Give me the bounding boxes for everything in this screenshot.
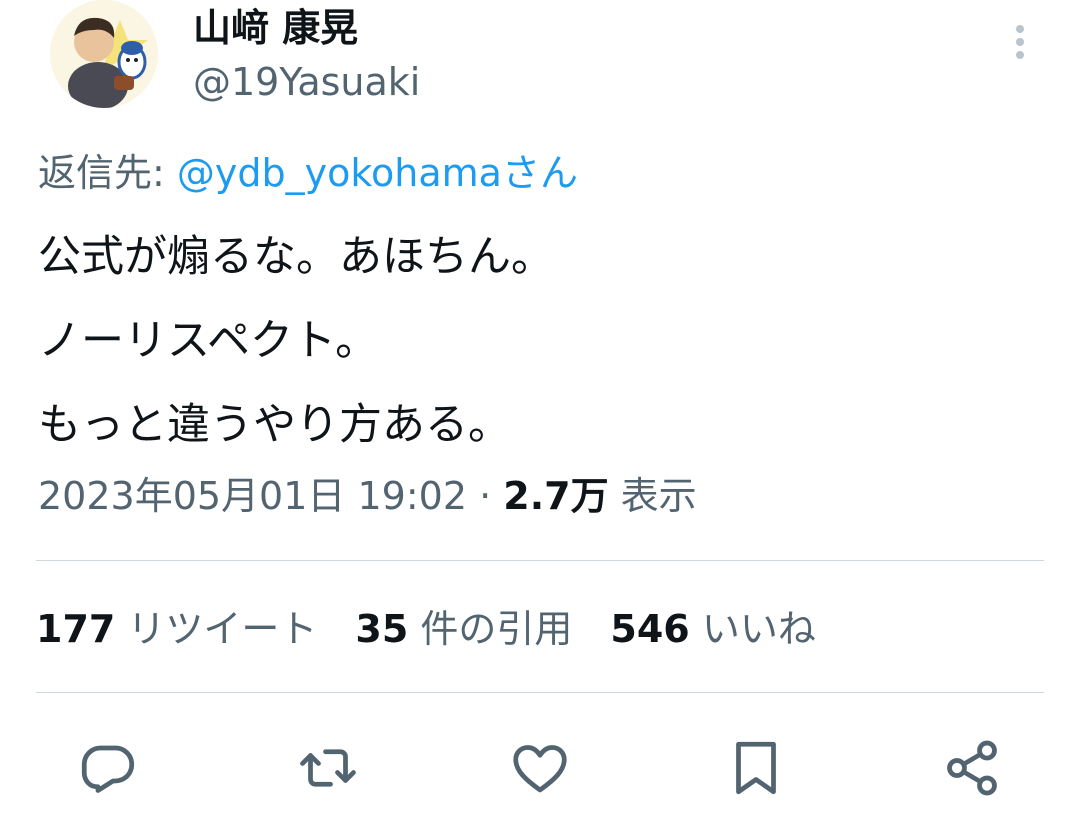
share-button[interactable] xyxy=(942,738,1002,798)
retweet-icon xyxy=(300,749,356,787)
retweets-stat[interactable]: 177 リツイート xyxy=(36,607,317,651)
tweet-line: もっと違うやり方ある。 xyxy=(38,400,511,450)
more-vertical-icon xyxy=(1016,25,1024,59)
retweets-count[interactable]: 177 xyxy=(36,607,115,651)
engagement-stats: 177 リツイート 35 件の引用 546 いいね xyxy=(36,605,854,653)
tweet-line: ノーリスペクト。 xyxy=(38,316,379,366)
likes-stat[interactable]: 546 いいね xyxy=(610,607,815,651)
divider xyxy=(36,560,1044,561)
reply-to-line: 返信先: @ydb_yokohamaさん xyxy=(38,149,578,197)
tweet-line: 公式が煽るな。あほちん。 xyxy=(38,232,554,282)
divider xyxy=(36,692,1044,693)
retweet-button[interactable] xyxy=(298,738,358,798)
views-label[interactable]: 表示 xyxy=(609,474,697,518)
reply-to-mention[interactable]: @ydb_yokohamaさん xyxy=(177,151,578,195)
meta-separator: · xyxy=(467,474,504,518)
quotes-stat[interactable]: 35 件の引用 xyxy=(355,607,572,651)
timestamp[interactable]: 2023年05月01日 19:02 xyxy=(38,474,467,518)
likes-label[interactable]: いいね xyxy=(690,607,816,651)
reply-to-prefix: 返信先: xyxy=(38,151,177,195)
quotes-label[interactable]: 件の引用 xyxy=(408,607,572,651)
more-options-button[interactable] xyxy=(1006,20,1034,68)
avatar[interactable] xyxy=(50,0,158,108)
tweet-text: 公式が煽るな。あほちん。 ノーリスペクト。 もっと違うやり方ある。 xyxy=(38,215,554,467)
share-icon xyxy=(947,740,997,796)
avatar-illustration-icon xyxy=(50,0,158,108)
like-button[interactable] xyxy=(510,738,570,798)
views-link[interactable]: 2.7万 表示 xyxy=(503,474,696,518)
like-icon xyxy=(513,745,567,793)
mention-suffix[interactable]: さん xyxy=(502,151,578,195)
author-handle[interactable]: @19Yasuaki xyxy=(193,58,420,106)
likes-count[interactable]: 546 xyxy=(610,607,689,651)
retweets-label[interactable]: リツイート xyxy=(115,607,317,651)
quotes-count[interactable]: 35 xyxy=(355,607,408,651)
mention-handle[interactable]: @ydb_yokohama xyxy=(177,151,502,195)
bookmark-button[interactable] xyxy=(726,738,786,798)
reply-button[interactable] xyxy=(78,738,138,798)
reply-icon xyxy=(81,745,135,793)
views-count[interactable]: 2.7万 xyxy=(503,474,608,518)
author-display-name[interactable]: 山﨑 康晃 xyxy=(193,4,358,52)
bookmark-icon xyxy=(736,741,776,795)
tweet-meta: 2023年05月01日 19:02 · 2.7万 表示 xyxy=(38,472,697,520)
